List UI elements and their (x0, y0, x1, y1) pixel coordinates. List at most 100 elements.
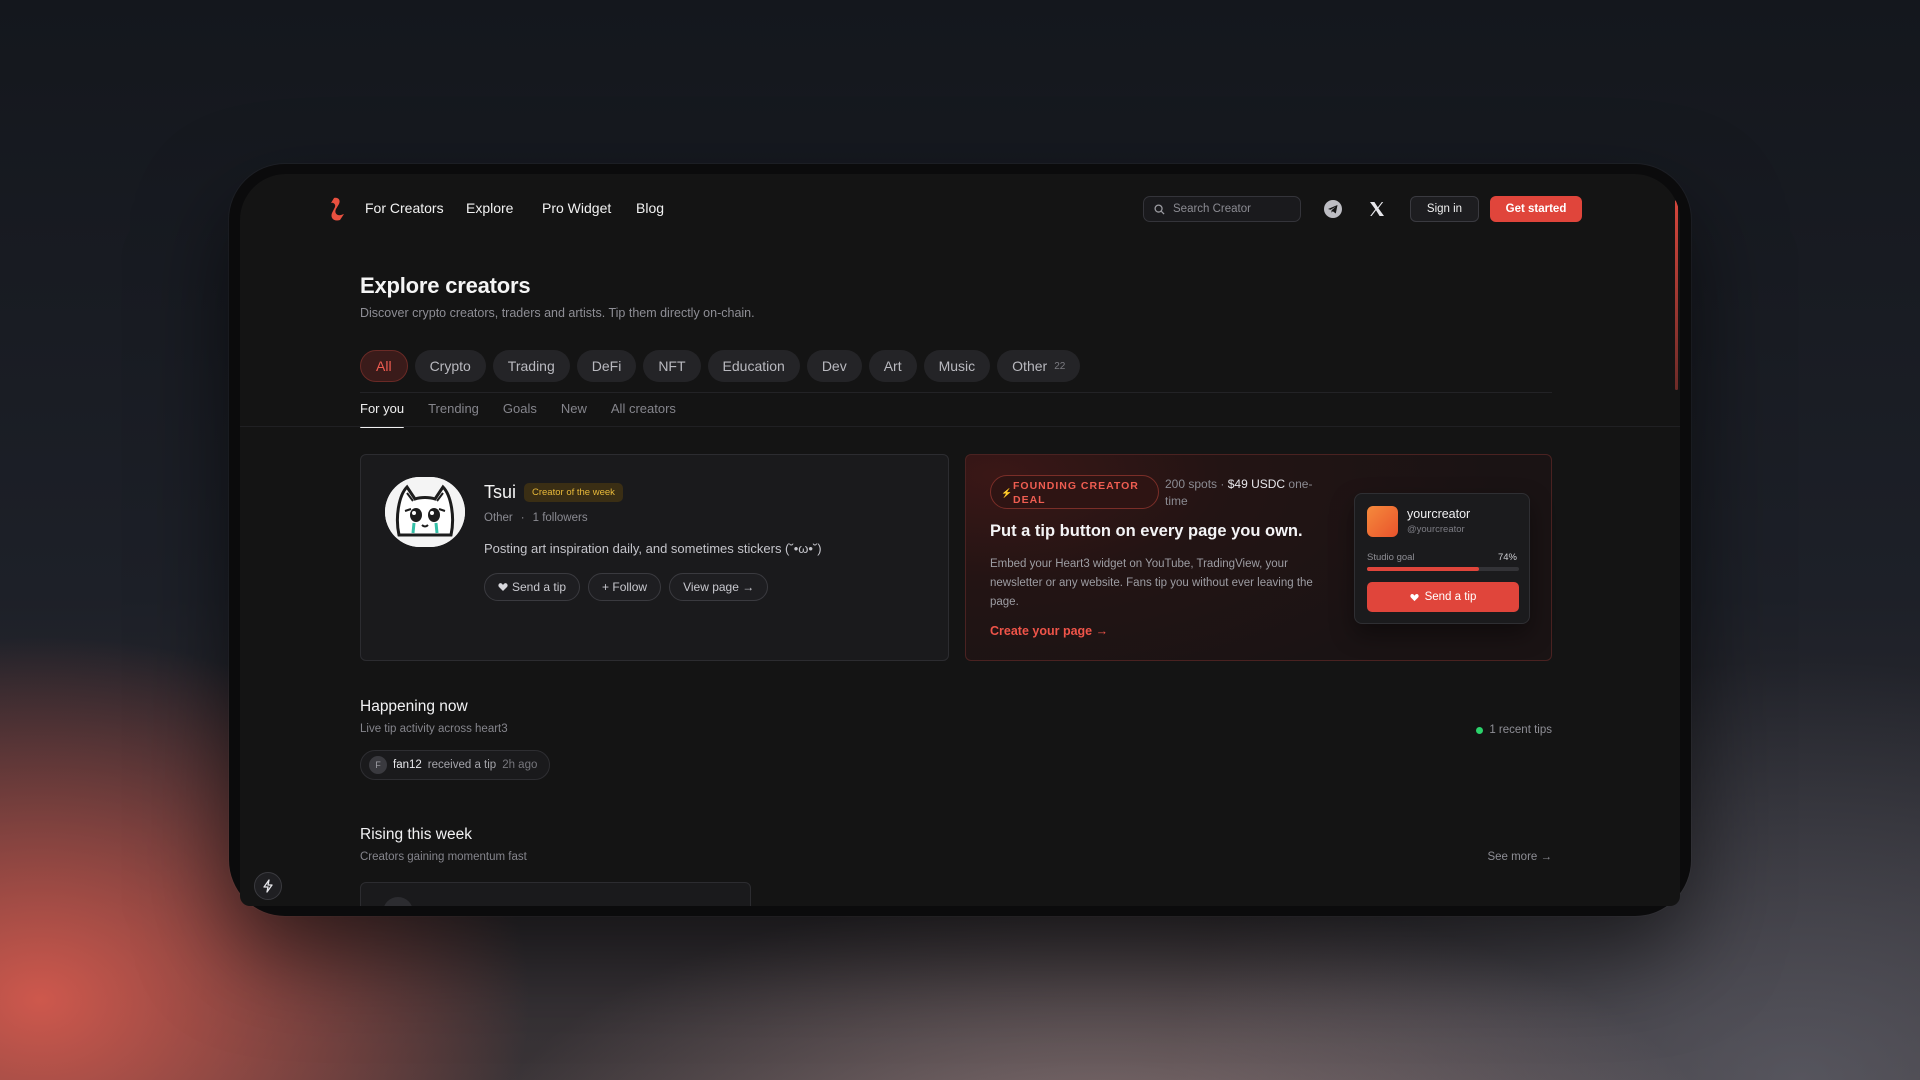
page-title: Explore creators (360, 273, 531, 298)
search-input[interactable] (1173, 203, 1283, 215)
chip-label: Trading (507, 358, 555, 374)
send-tip-label: Send a tip (512, 580, 567, 594)
chip-label: DeFi (591, 358, 622, 374)
bolt-icon (263, 879, 273, 893)
widget-send-tip-label: Send a tip (1424, 591, 1477, 603)
creator-actions: Send a tip + Follow View page → (484, 573, 769, 601)
nav-blog[interactable]: Blog (636, 200, 664, 216)
category-chip-trading[interactable]: Trading (492, 350, 570, 382)
featured-creator-card[interactable]: Tsui Creator of the week Other · 1 follo… (360, 454, 949, 661)
widget-goal-fill (1367, 567, 1480, 571)
get-started-button[interactable]: Get started (1490, 196, 1582, 222)
sign-in-button[interactable]: Sign in (1410, 196, 1479, 222)
creator-of-week-badge: Creator of the week (524, 483, 623, 502)
happening-title: Happening now (360, 698, 468, 715)
creator-bio: Posting art inspiration daily, and somet… (484, 541, 822, 556)
tab-trending[interactable]: Trending (428, 401, 479, 428)
founding-deal-card: ⚡ FOUNDING CREATOR DEAL 200 spots · $49 … (965, 454, 1552, 661)
widget-avatar (1367, 506, 1398, 537)
search-icon (1154, 203, 1165, 215)
happening-subtitle: Live tip activity across heart3 (360, 723, 508, 735)
logo-icon[interactable] (328, 196, 348, 222)
widget-send-tip-button[interactable]: Send a tip (1367, 582, 1519, 612)
device-frame: For Creators Explore Pro Widget Blog Sea… (229, 164, 1691, 916)
x-button[interactable] (1367, 199, 1387, 219)
live-dot-icon (1476, 726, 1484, 734)
scrollbar-thumb[interactable] (1675, 200, 1678, 390)
feed-tabs: For you Trending Goals New All creators (360, 401, 676, 428)
tab-all-creators[interactable]: All creators (611, 401, 676, 428)
activity-item[interactable]: F fan12 received a tip 2h ago (360, 750, 551, 780)
category-chip-dev[interactable]: Dev (806, 350, 862, 382)
nav-explore[interactable]: Explore (466, 200, 513, 216)
chip-label: Art (883, 358, 902, 374)
category-chip-nft[interactable]: NFT (643, 350, 701, 382)
chip-label: Crypto (429, 358, 471, 374)
view-page-button[interactable]: View page → (669, 573, 769, 601)
heart-icon (1409, 593, 1419, 601)
view-page-label: View page → (683, 580, 755, 594)
telegram-icon (1324, 200, 1342, 218)
telegram-button[interactable] (1323, 199, 1343, 219)
creator-name[interactable]: Tsui (484, 482, 516, 503)
tabs-divider (360, 392, 1552, 393)
category-chip-music[interactable]: Music (923, 350, 991, 382)
chip-label: Other (1012, 358, 1048, 374)
deal-spots: 200 spots · (1165, 477, 1225, 491)
chip-label: Education (722, 358, 785, 374)
rising-creator-card[interactable] (360, 882, 751, 906)
follow-label: + Follow (602, 580, 648, 594)
category-chip-education[interactable]: Education (707, 350, 800, 382)
tab-for-you[interactable]: For you (360, 401, 405, 428)
promo-title: Put a tip button on every page you own. (990, 522, 1303, 540)
avatar (383, 897, 413, 906)
chip-label: NFT (658, 358, 686, 374)
tab-new[interactable]: New (561, 401, 587, 428)
see-more-link[interactable]: See more → (1487, 851, 1552, 863)
category-chip-all[interactable]: All (360, 350, 408, 382)
x-icon (1370, 202, 1384, 216)
deal-badge-label: FOUNDING CREATOR DEAL (1013, 480, 1139, 506)
heart-icon (498, 583, 508, 591)
rising-title: Rising this week (360, 826, 472, 843)
cat-avatar-icon (385, 477, 465, 547)
creator-meta: Other · 1 followers (484, 512, 588, 524)
chip-count: 22 (1054, 360, 1066, 372)
widget-goal-percent: 74% (1497, 552, 1517, 563)
section-divider (240, 426, 1680, 427)
widget-goal-label: Studio goal (1367, 552, 1415, 563)
widget-creator-name: yourcreator (1407, 507, 1471, 521)
activity-time: 2h ago (502, 759, 538, 771)
activity-action: received a tip (427, 759, 497, 771)
deal-meta: 200 spots · $49 USDC one-time (1165, 476, 1335, 510)
category-chip-art[interactable]: Art (868, 350, 917, 382)
create-page-link[interactable]: Create your page → (990, 624, 1108, 638)
top-nav: For Creators Explore Pro Widget Blog Sea… (240, 174, 1680, 244)
chip-label: All (376, 358, 392, 374)
app-screen: For Creators Explore Pro Widget Blog Sea… (240, 174, 1680, 906)
deal-price: $49 USDC (1227, 477, 1286, 491)
activity-avatar: F (369, 756, 387, 774)
avatar[interactable] (385, 477, 465, 547)
bolt-icon: ⚡ (1001, 488, 1014, 498)
nav-pro-widget[interactable]: Pro Widget (542, 200, 611, 216)
activity-user: fan12 (393, 759, 422, 771)
send-tip-button[interactable]: Send a tip (484, 573, 581, 601)
widget-goal-track (1367, 567, 1519, 571)
widget-creator-handle: @yourcreator (1407, 524, 1465, 535)
live-count: 1 recent tips (1489, 724, 1552, 736)
live-indicator: 1 recent tips (1476, 724, 1552, 736)
search-box[interactable] (1143, 196, 1301, 222)
rising-subtitle: Creators gaining momentum fast (360, 851, 527, 863)
tab-goals[interactable]: Goals (503, 401, 537, 428)
category-chip-crypto[interactable]: Crypto (414, 350, 486, 382)
nav-for-creators[interactable]: For Creators (365, 200, 444, 216)
meta-separator: · (520, 512, 525, 524)
widget-preview: yourcreator @yourcreator Studio goal 74%… (1354, 493, 1530, 624)
chip-label: Music (938, 358, 976, 374)
category-chip-defi[interactable]: DeFi (576, 350, 637, 382)
quick-action-button[interactable] (254, 872, 282, 900)
follow-button[interactable]: + Follow (588, 573, 662, 601)
creator-followers: 1 followers (532, 512, 588, 524)
category-chip-other[interactable]: Other 22 (997, 350, 1081, 382)
